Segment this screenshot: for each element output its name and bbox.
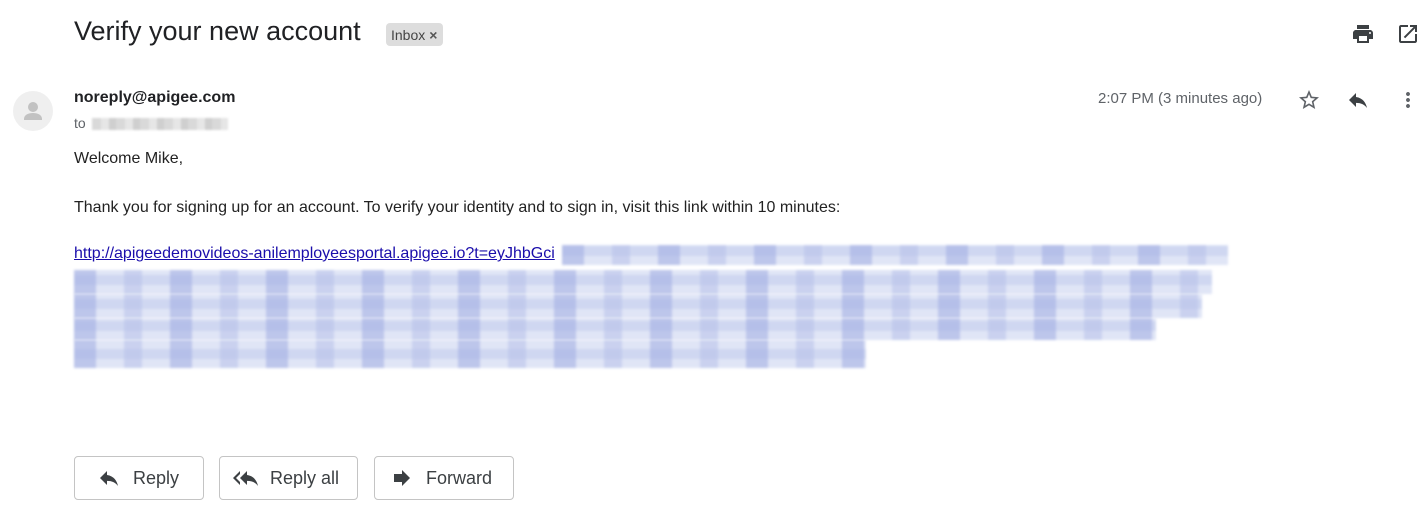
forward-button-label: Forward [426, 467, 493, 488]
label-chip-text: Inbox [391, 26, 426, 43]
sender-email[interactable]: noreply@apigee.com [74, 89, 235, 107]
redacted-token-line-4[interactable] [74, 318, 1156, 340]
redacted-token-line-1[interactable] [562, 245, 1228, 265]
recipient-redacted [92, 118, 228, 130]
redacted-token-line-3[interactable] [74, 294, 1202, 318]
reply-icon[interactable] [1344, 86, 1372, 114]
reply-all-button[interactable]: Reply all [219, 456, 358, 500]
verification-link[interactable]: http://apigeedemovideos-anilemployeespor… [74, 245, 555, 263]
inbox-label-chip[interactable]: Inbox × [386, 23, 444, 46]
reply-all-icon [233, 471, 258, 486]
forward-icon [394, 470, 410, 486]
sender-avatar[interactable] [13, 91, 53, 131]
reply-button-label: Reply [133, 467, 180, 488]
more-vert-icon[interactable] [1394, 86, 1422, 114]
open-in-new-window-icon[interactable] [1395, 21, 1421, 47]
print-icon[interactable] [1350, 21, 1376, 47]
reply-all-button-label: Reply all [270, 467, 340, 488]
forward-button[interactable]: Forward [374, 456, 514, 500]
remove-label-button[interactable]: × [429, 27, 437, 43]
recipient-label: to [74, 115, 86, 131]
redacted-token-line-2[interactable] [74, 270, 1212, 294]
email-greeting: Welcome Mike, [74, 150, 184, 167]
email-timestamp: 2:07 PM (3 minutes ago) [1098, 90, 1263, 107]
email-message: Thank you for signing up for an account.… [74, 199, 841, 216]
star-icon[interactable] [1295, 86, 1323, 114]
email-subject: Verify your new account [74, 16, 361, 46]
redacted-token-line-5[interactable] [74, 340, 866, 368]
reply-icon [100, 471, 118, 486]
person-icon [24, 102, 42, 120]
reply-button[interactable]: Reply [74, 456, 204, 500]
